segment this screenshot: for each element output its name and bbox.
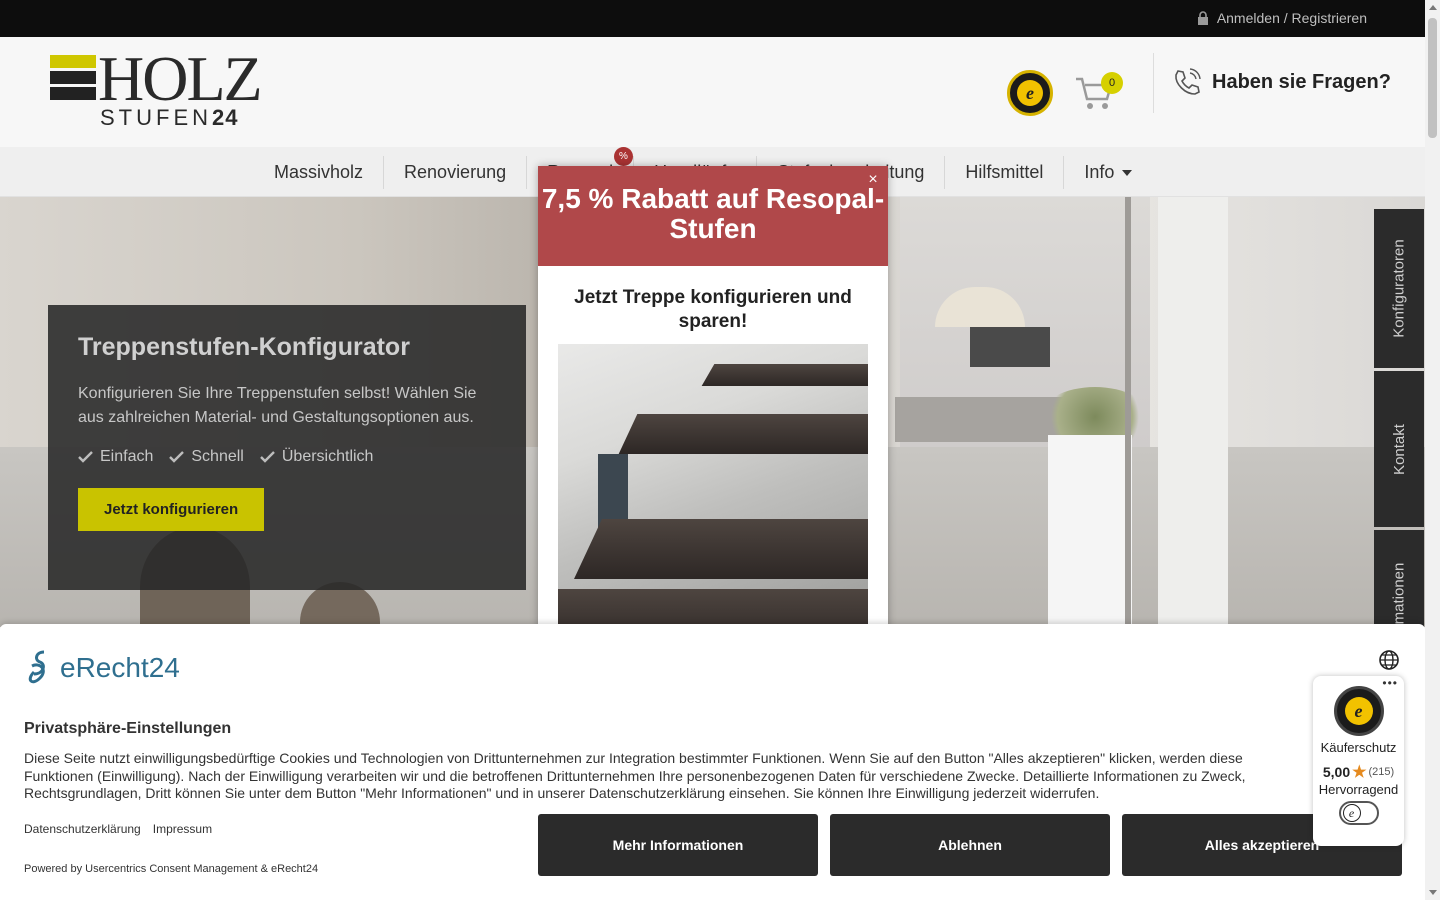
- side-tab-kontakt[interactable]: Kontakt: [1374, 371, 1424, 527]
- nav-item-info-label: Info: [1084, 162, 1115, 182]
- more-options-icon[interactable]: •••: [1382, 676, 1398, 690]
- configurator-description: Konfigurieren Sie Ihre Treppenstufen sel…: [78, 385, 477, 426]
- nav-item-massivholz[interactable]: Massivholz: [254, 156, 385, 189]
- top-bar: Anmelden / Registrieren: [0, 0, 1425, 37]
- consent-text: Diese Seite nutzt einwilligungsbedürftig…: [24, 750, 1246, 801]
- trusted-shops-toggle[interactable]: e: [1338, 801, 1379, 825]
- scroll-up-icon[interactable]: [1429, 5, 1437, 10]
- erecht24-logo: eRecht24: [24, 648, 180, 688]
- globe-icon[interactable]: [1378, 649, 1400, 671]
- scrollbar-thumb[interactable]: [1428, 18, 1437, 138]
- scroll-down-icon[interactable]: [1429, 890, 1437, 895]
- close-icon[interactable]: ×: [864, 171, 882, 189]
- site-logo[interactable]: HOLZ STUFEN24: [50, 47, 280, 131]
- buyer-protection-label: Käuferschutz: [1320, 740, 1397, 755]
- header-divider: [1153, 53, 1154, 113]
- help-contact[interactable]: Haben sie Fragen?: [1172, 67, 1391, 97]
- rating-count: (215): [1368, 766, 1395, 778]
- logo-mark: [50, 55, 96, 103]
- lock-icon: [1197, 11, 1208, 25]
- logo-sub: STUFEN24: [100, 105, 239, 130]
- hero-tv: [970, 327, 1050, 367]
- trusted-shops-e-icon: e: [1342, 804, 1361, 822]
- phone-icon: [1175, 68, 1201, 95]
- popup-subtitle: Jetzt Treppe konfigurieren und sparen!: [574, 287, 852, 332]
- check-icon: [169, 451, 185, 463]
- trusted-shops-seal-icon[interactable]: e: [1007, 70, 1053, 116]
- configure-button[interactable]: Jetzt konfigurieren: [78, 488, 265, 531]
- hero-glass: [1125, 197, 1131, 627]
- caret-down-icon: [1122, 170, 1133, 177]
- cart-count-badge: 0: [1101, 72, 1123, 94]
- side-tab-konfiguratoren[interactable]: Konfiguratoren: [1374, 209, 1424, 368]
- popup-title: 7,5 % Rabatt auf Resopal-Stufen: [538, 166, 888, 266]
- sale-badge: %: [614, 147, 633, 166]
- consent-links: Datenschutzerklärung Impressum: [24, 822, 212, 836]
- logo-word: HOLZ: [98, 43, 263, 114]
- cookie-consent-banner: eRecht24 Privatsphäre-Einstellungen Dies…: [0, 624, 1425, 900]
- stairs-photo[interactable]: [558, 344, 868, 634]
- help-text: Haben sie Fragen?: [1212, 70, 1391, 93]
- trusted-shops-badge-icon: e: [1333, 686, 1384, 736]
- hero-planter: [1048, 435, 1132, 625]
- account-link-label[interactable]: Anmelden / Registrieren: [1217, 10, 1367, 26]
- star-icon: ★: [1352, 764, 1367, 781]
- imprint-link[interactable]: Impressum: [153, 822, 212, 836]
- more-info-button[interactable]: Mehr Informationen: [538, 814, 818, 876]
- rating-verdict: Hervorragend: [1318, 782, 1399, 797]
- account-link[interactable]: Anmelden / Registrieren: [1197, 10, 1367, 26]
- check-item: Übersichtlich: [260, 448, 373, 466]
- configurator-card: Treppenstufen-Konfigurator Konfigurieren…: [48, 305, 526, 590]
- erecht24-brand: eRecht24: [60, 652, 180, 683]
- rating-score: 5,00: [1322, 764, 1351, 780]
- stair-step: [701, 364, 868, 386]
- check-item: Schnell: [169, 448, 244, 466]
- powered-by: Powered by Usercentrics Consent Manageme…: [24, 863, 319, 875]
- erecht24-logo-icon: [28, 650, 45, 684]
- trusted-shops-widget[interactable]: ••• e Käuferschutz 5,00 ★ (215) Hervorra…: [1313, 676, 1404, 846]
- hero-column: [1158, 197, 1228, 627]
- stair-step: [574, 519, 868, 579]
- check-icon: [78, 451, 93, 463]
- consent-buttons: Mehr Informationen Ablehnen Alles akzept…: [538, 814, 1402, 876]
- decline-button[interactable]: Ablehnen: [830, 814, 1110, 876]
- privacy-policy-link[interactable]: Datenschutzerklärung: [24, 822, 141, 836]
- consent-heading: Privatsphäre-Einstellungen: [24, 720, 232, 737]
- site-header: HOLZ STUFEN24 e 0 Haben sie Fragen?: [0, 37, 1425, 147]
- side-tabs: Konfiguratoren Kontakt Informationen: [1374, 209, 1424, 689]
- configurator-title: Treppenstufen-Konfigurator: [78, 333, 410, 361]
- discount-popup: 7,5 % Rabatt auf Resopal-Stufen × Jetzt …: [538, 166, 888, 636]
- page-scrollbar[interactable]: [1425, 0, 1440, 900]
- feature-checks: Einfach Schnell Übersichtlich: [78, 448, 496, 466]
- check-item: Einfach: [78, 448, 153, 466]
- nav-item-renovierung[interactable]: Renovierung: [384, 156, 528, 189]
- check-icon: [260, 451, 275, 463]
- rating: 5,00 ★ (215): [1313, 762, 1404, 782]
- stair-step: [618, 414, 868, 454]
- nav-item-hilfsmittel[interactable]: Hilfsmittel: [945, 156, 1065, 189]
- nav-item-info[interactable]: Info: [1064, 156, 1152, 189]
